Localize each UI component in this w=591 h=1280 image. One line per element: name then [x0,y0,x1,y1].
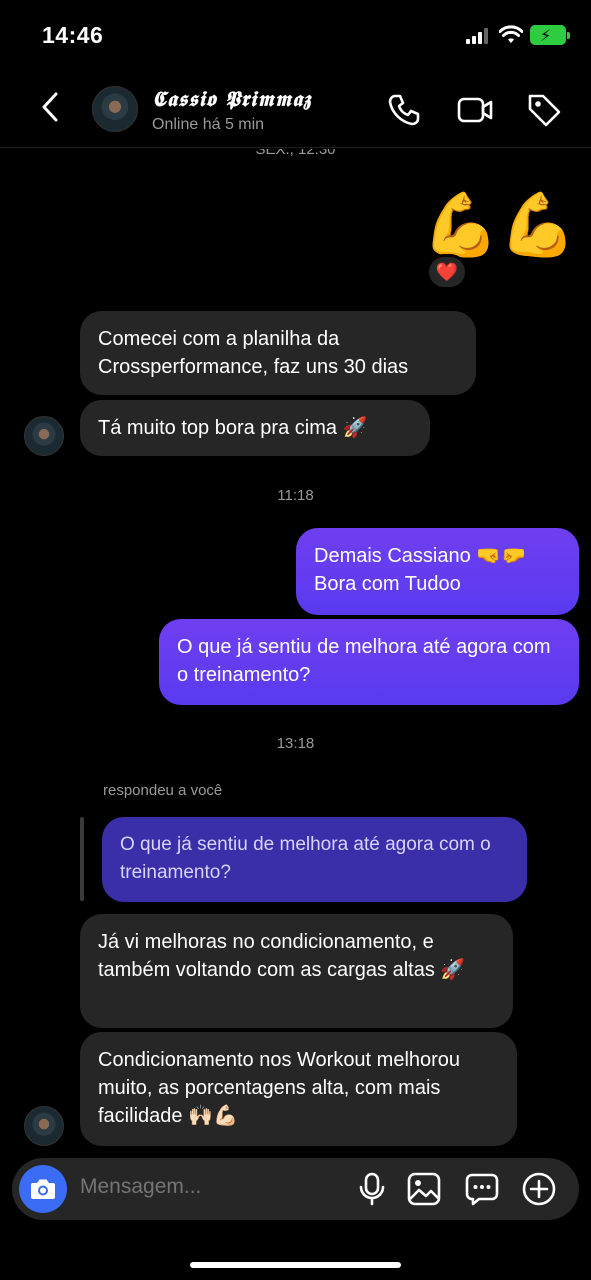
home-indicator[interactable] [190,1262,401,1268]
reply-label: respondeu a você [103,782,223,799]
outgoing-message[interactable]: Demais Cassiano 🤜🤛 Bora com Tudoo [296,528,579,615]
incoming-message[interactable]: Já vi melhoras no condicionamento, e tam… [80,914,513,1028]
camera-button[interactable] [19,1165,67,1213]
signal-icon [466,28,490,44]
timestamp: SEX., 12:30 [255,149,336,158]
message-list[interactable]: SEX., 12:30 💪💪 ❤️ Comecei com a planilha… [0,149,591,1159]
status-bar: 14:46 ⚡ [0,0,591,70]
quoted-message[interactable]: O que já sentiu de melhora até agora com… [102,817,527,902]
outgoing-message[interactable]: O que já sentiu de melhora até agora com… [159,619,579,705]
muscle-emoji-message[interactable]: 💪💪 [422,191,576,261]
camera-icon [31,1179,55,1199]
contact-status: Online há 5 min [152,116,265,133]
contact-avatar[interactable] [92,86,138,132]
plus-icon[interactable] [522,1172,556,1206]
incoming-message[interactable]: Comecei com a planilha da Crossperforman… [80,311,476,395]
message-composer [12,1158,579,1220]
video-icon[interactable] [456,92,494,128]
back-icon[interactable] [34,90,68,124]
incoming-message[interactable]: Condicionamento nos Workout melhorou mui… [80,1032,517,1146]
message-input[interactable] [80,1175,350,1199]
sender-avatar[interactable] [24,1106,64,1146]
contact-name[interactable]: 𝕮𝖆𝖘𝖘𝖎𝖔 𝕻𝖗𝖎𝖒𝖒𝖆𝖟 [152,86,312,112]
sender-avatar[interactable] [24,416,64,456]
phone-icon[interactable] [386,92,422,128]
reply-bar [80,817,84,901]
status-time: 14:46 [42,22,104,48]
battery-icon: ⚡ [530,25,570,45]
heart-reaction[interactable]: ❤️ [426,254,468,290]
chat-header: 𝕮𝖆𝖘𝖘𝖎𝖔 𝕻𝖗𝖎𝖒𝖒𝖆𝖟 Online há 5 min [0,70,591,148]
timestamp: 11:18 [277,487,314,504]
tag-icon[interactable] [526,92,562,128]
microphone-icon[interactable] [358,1172,386,1206]
sticker-icon[interactable] [465,1172,499,1206]
gallery-icon[interactable] [407,1172,441,1206]
incoming-message[interactable]: Tá muito top bora pra cima 🚀 [80,400,430,456]
wifi-icon [499,25,523,43]
timestamp: 13:18 [276,735,315,752]
